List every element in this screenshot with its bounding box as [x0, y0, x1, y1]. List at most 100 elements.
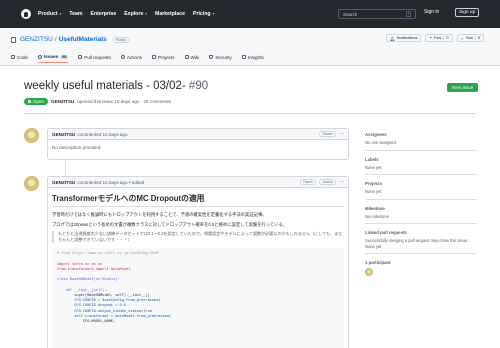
tab-actions[interactable]: Actions	[120, 54, 142, 63]
avatar[interactable]	[24, 128, 39, 143]
signin-link[interactable]: Sign in	[424, 9, 439, 15]
code-line: CFG.MODEL_NAME,	[57, 320, 116, 325]
nav-enterprise[interactable]: Enterprise	[91, 11, 117, 17]
code-block: # from https://www.ai-shift.co.jp/techbl…	[52, 248, 344, 348]
comment-body: TransformerモデルへのMC Dropoutの適用 学習時だけではなく推…	[48, 188, 348, 348]
nav-pricing[interactable]: Pricing ▾	[193, 11, 214, 17]
search-input[interactable]: Search /	[338, 9, 416, 19]
repo-name-link[interactable]: UsefulMaterials	[59, 36, 107, 43]
star-button[interactable]: ☆ Star 0	[456, 34, 484, 42]
projects-value: None yet	[365, 189, 382, 194]
nav-explore-label: Explore	[124, 11, 144, 17]
issue-status-line: Open GENZITSU opened this issue 10 days …	[24, 98, 171, 105]
milestone-section: Milestone No milestone	[365, 205, 477, 224]
repo-owner-link[interactable]: GENZITSU	[20, 36, 53, 43]
issues-count: 95	[60, 54, 69, 59]
code-line: CFG.CONFIG.output_hidden_states=True	[57, 309, 152, 314]
repo-header: GENZITSU / UsefulMaterials Public 🔔︎ Noti…	[0, 28, 500, 66]
tab-pull-requests[interactable]: Pull requests	[78, 54, 111, 63]
comment-card: GENZITSU commented 10 days ago Owner ···…	[47, 128, 349, 160]
issue-sidebar: Assignees No one assigned Labels None ye…	[365, 132, 477, 276]
book-icon	[184, 55, 189, 59]
code-line: self.transformer = AutoModel.from_pretra…	[57, 314, 172, 319]
owner-badge: Owner	[299, 179, 317, 185]
title-divider	[24, 113, 476, 114]
graph-icon	[241, 55, 246, 59]
participants-heading: 1 participant	[365, 260, 391, 265]
linked-prs-description: Successfully merging a pull request may …	[365, 238, 469, 243]
fork-button[interactable]: ⑂ Fork 0	[425, 34, 453, 42]
comment-body: No description provided.	[52, 145, 102, 150]
tab-issues[interactable]: Issues 95	[37, 54, 69, 63]
new-issue-button[interactable]: New issue	[447, 83, 479, 92]
linked-prs-section: Linked pull requests Successfully mergin…	[365, 230, 477, 254]
author-badge: Author	[319, 179, 336, 185]
issue-title: weekly useful materials - 03/02- #90	[24, 80, 208, 92]
comment-author-link[interactable]: GENZITSU	[52, 180, 75, 185]
code-line: import torch.nn as nn	[57, 262, 103, 267]
issue-opened-icon	[28, 100, 31, 103]
nav-team[interactable]: Team	[69, 11, 82, 17]
tab-issues-label: Issues	[43, 54, 59, 59]
repo-title: GENZITSU / UsefulMaterials Public	[11, 36, 130, 43]
issue-meta-text: opened this issue 10 days ago · 26 comme…	[77, 99, 171, 104]
comment-header: GENZITSU commented 10 days ago Owner ···	[48, 129, 348, 140]
tab-projects[interactable]: Projects	[151, 54, 175, 63]
chevron-down-icon: ▾	[145, 12, 148, 16]
tab-insights-label: Insights	[247, 54, 264, 60]
participants-section: 1 participant	[365, 260, 477, 276]
avatar[interactable]	[24, 176, 39, 191]
star-count: 0	[474, 36, 480, 40]
pull-request-icon	[78, 55, 83, 59]
tab-pull-requests-label: Pull requests	[84, 54, 111, 60]
comment-paragraph: ブログでは20newsという長めの文書が複数クラスに対してドロップアウト確率を0…	[52, 221, 288, 227]
play-icon	[120, 55, 125, 59]
issue-icon	[37, 54, 42, 59]
kebab-menu-icon[interactable]: ···	[339, 179, 344, 185]
kebab-menu-icon[interactable]: ···	[339, 131, 344, 137]
comment-header-actions: Owner ···	[319, 131, 344, 137]
milestone-value: No milestone	[365, 213, 389, 219]
notifications-button[interactable]: 🔔︎ Notifications	[385, 34, 422, 42]
tab-security[interactable]: Security	[209, 54, 232, 63]
nav-product[interactable]: Product ▾	[38, 11, 61, 17]
comment-header: GENZITSU commented 10 days ago • edited …	[48, 177, 348, 188]
nav-marketplace[interactable]: Marketplace	[155, 11, 185, 17]
tab-projects-label: Projects	[157, 54, 175, 60]
comment-author-link[interactable]: GENZITSU	[52, 132, 75, 137]
tab-insights[interactable]: Insights	[241, 54, 264, 63]
comment-meta: commented 10 days ago • edited	[77, 179, 145, 185]
repo-actions: 🔔︎ Notifications ⑂ Fork 0 ☆ Star 0	[385, 34, 484, 42]
timeline-connector	[65, 160, 66, 176]
code-line: super(BaseSNModel, self).__init__()	[57, 294, 150, 299]
code-line: CFG.CONFIG = AutoConfig.from_pretrained(	[57, 299, 161, 304]
chevron-down-icon: ▾	[212, 12, 215, 16]
issue-title-text: weekly useful materials - 03/02-	[24, 80, 186, 92]
open-state-badge: Open	[24, 98, 49, 105]
star-label: Star	[465, 36, 473, 40]
comment-meta: commented 10 days ago	[77, 131, 128, 137]
signup-button[interactable]: Sign up	[455, 8, 480, 17]
tab-security-label: Security	[215, 54, 232, 60]
milestone-heading: Milestone	[365, 205, 385, 211]
owner-badge: Owner	[319, 131, 336, 137]
labels-section: Labels None yet	[365, 157, 477, 175]
tab-code-label: Code	[17, 54, 28, 60]
chevron-down-icon: ▾	[59, 12, 62, 16]
code-line: # from https://www.ai-shift.co.jp/techbl…	[57, 252, 159, 257]
nav-explore[interactable]: Explore ▾	[124, 11, 147, 17]
global-header: Product ▾ Team Enterprise Explore ▾ Market…	[0, 0, 500, 28]
tab-wiki[interactable]: Wiki	[184, 54, 199, 63]
assignees-heading: Assignees	[365, 132, 387, 137]
github-logo-icon[interactable]	[21, 9, 31, 19]
code-icon	[11, 55, 15, 59]
tab-code[interactable]: Code	[11, 54, 28, 63]
issue-author-link[interactable]: GENZITSU	[51, 99, 74, 104]
linked-prs-value: None yet	[365, 243, 382, 249]
code-line: def __init__(self):	[57, 288, 107, 293]
comment-paragraph: 学習時だけではなく推論時にもドロップアウトを利用することで、予測の確実性を定量化…	[52, 212, 267, 217]
issue-number: #90	[188, 80, 209, 92]
fork-count: 0	[443, 36, 449, 40]
participant-avatar[interactable]	[365, 268, 373, 276]
nav-marketplace-label: Marketplace	[155, 11, 186, 17]
